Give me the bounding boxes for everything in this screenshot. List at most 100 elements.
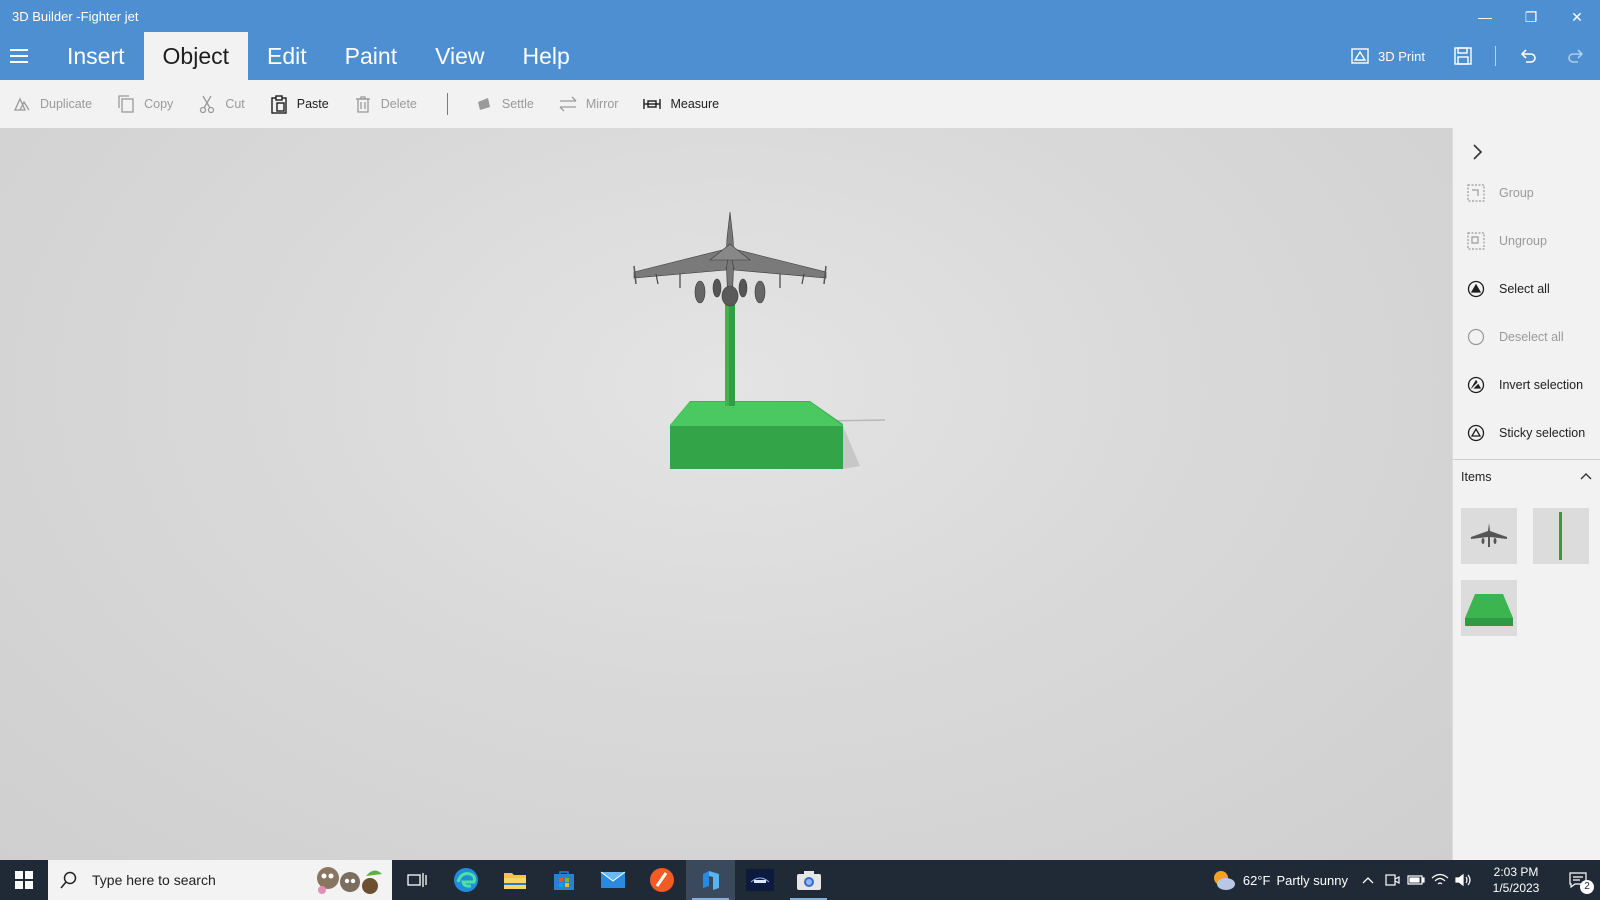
settle-button[interactable]: Settle (474, 94, 534, 114)
wifi-icon[interactable] (1428, 860, 1452, 900)
weather-temp: 62°F (1242, 872, 1271, 888)
show-hidden-icons-chevron-icon[interactable] (1356, 860, 1380, 900)
chevron-up-icon[interactable] (1579, 470, 1593, 484)
windows-logo-icon (15, 871, 33, 889)
pinned-app-button[interactable] (637, 860, 686, 900)
mirror-button[interactable]: Mirror (558, 94, 619, 114)
taskbar-clock[interactable]: 2:03 PM 1/5/2023 (1476, 864, 1556, 896)
paste-button[interactable]: Paste (269, 94, 329, 114)
group-label: Group (1499, 186, 1534, 200)
restore-button[interactable]: ❐ (1508, 4, 1554, 30)
paste-label: Paste (296, 97, 329, 111)
model-scene[interactable] (620, 208, 900, 508)
toolbar-separator (1495, 46, 1496, 66)
windows-taskbar: Type here to search 62°F Partly sunny 2:… (0, 860, 1600, 900)
close-button[interactable]: ✕ (1554, 4, 1600, 30)
file-explorer-button[interactable] (490, 860, 539, 900)
edge-browser-button[interactable] (441, 860, 490, 900)
items-header[interactable]: Items (1461, 470, 1593, 484)
3d-viewport[interactable] (0, 128, 1452, 860)
search-placeholder: Type here to search (92, 872, 216, 888)
tab-paint[interactable]: Paint (326, 32, 416, 80)
3d-print-icon (1351, 48, 1369, 64)
panel-divider (1453, 459, 1600, 460)
undo-button[interactable] (1504, 46, 1552, 66)
notification-center-button[interactable]: 2 (1556, 860, 1600, 900)
trash-icon (355, 96, 370, 113)
measure-button[interactable]: Measure (642, 94, 719, 114)
group-button[interactable]: Group (1467, 182, 1534, 204)
item-thumbnail-pole[interactable] (1533, 508, 1589, 564)
fighter-jet-icon (1471, 523, 1507, 547)
tab-insert[interactable]: Insert (48, 32, 144, 80)
fighter-jet-model[interactable] (633, 211, 827, 307)
cut-button[interactable]: Cut (197, 94, 245, 114)
tab-edit[interactable]: Edit (248, 32, 326, 80)
weather-desc: Partly sunny (1276, 872, 1348, 888)
search-icon (60, 871, 77, 889)
hamburger-menu-icon[interactable] (10, 44, 34, 68)
select-all-label: Select all (1499, 282, 1550, 296)
measure-label: Measure (670, 97, 720, 111)
weather-widget[interactable]: 62°F Partly sunny (1203, 868, 1356, 892)
undo-icon (1520, 49, 1536, 63)
green-base-model[interactable] (670, 401, 860, 469)
invert-selection-label: Invert selection (1499, 378, 1584, 392)
camera-app-button[interactable] (784, 860, 833, 900)
3d-print-label: 3D Print (1378, 48, 1425, 64)
invert-selection-icon (1467, 376, 1485, 394)
save-button[interactable] (1439, 46, 1487, 66)
meet-now-icon[interactable] (1380, 860, 1404, 900)
taskbar-search-box[interactable]: Type here to search (48, 860, 392, 900)
microsoft-store-button[interactable] (539, 860, 588, 900)
system-tray: 62°F Partly sunny 2:03 PM 1/5/2023 2 (1203, 860, 1600, 900)
item-thumbnail-jet[interactable] (1461, 508, 1517, 564)
tab-help[interactable]: Help (504, 32, 589, 80)
sticky-selection-button[interactable]: Sticky selection (1467, 422, 1585, 444)
start-button[interactable] (0, 860, 48, 900)
mirror-label: Mirror (585, 97, 619, 111)
app-window: 3D Builder -Fighter jet — ❐ ✕ Insert Obj… (0, 0, 1600, 900)
collapse-chevron-icon[interactable] (1465, 140, 1489, 164)
3d-builder-taskbar-button[interactable] (686, 860, 735, 900)
settle-icon (477, 98, 490, 110)
deselect-all-button[interactable]: Deselect all (1467, 326, 1564, 348)
orange-app-icon (649, 868, 674, 892)
group-icon (1467, 184, 1485, 202)
duplicate-button[interactable]: Duplicate (12, 94, 92, 114)
deselect-all-label: Deselect all (1499, 330, 1564, 344)
object-ribbon: Duplicate Copy Cut Paste Delete Settle M… (0, 80, 1600, 128)
minimize-button[interactable]: — (1462, 4, 1508, 30)
redo-button[interactable] (1552, 46, 1600, 66)
3d-print-button[interactable]: 3D Print (1336, 46, 1439, 66)
volume-icon[interactable] (1452, 860, 1476, 900)
duplicate-label: Duplicate (40, 97, 93, 111)
cut-label: Cut (225, 97, 245, 111)
notification-count-badge: 2 (1580, 880, 1594, 894)
green-pole-icon (1559, 512, 1562, 560)
battery-icon[interactable] (1404, 860, 1428, 900)
ribbon-separator (446, 93, 448, 115)
disney-plus-icon (745, 869, 774, 891)
menu-tabs: Insert Object Edit Paint View Help (48, 32, 589, 80)
mail-app-button[interactable] (588, 860, 637, 900)
green-base-icon (1465, 594, 1513, 626)
select-all-button[interactable]: Select all (1467, 278, 1550, 300)
copy-button[interactable]: Copy (116, 94, 173, 114)
search-highlight-icon (317, 867, 382, 894)
task-view-button[interactable] (392, 860, 441, 900)
selection-panel: Group Ungroup Select all Deselect all In… (1452, 128, 1600, 860)
ungroup-label: Ungroup (1499, 234, 1547, 248)
tab-view[interactable]: View (416, 32, 503, 80)
invert-selection-button[interactable]: Invert selection (1467, 374, 1583, 396)
select-all-icon (1467, 280, 1485, 298)
streaming-app-button[interactable] (735, 860, 784, 900)
delete-button[interactable]: Delete (353, 94, 417, 114)
copy-icon (118, 95, 134, 113)
task-view-icon (406, 873, 427, 887)
tab-object[interactable]: Object (143, 32, 249, 80)
item-thumbnail-base[interactable] (1461, 580, 1517, 636)
ungroup-button[interactable]: Ungroup (1467, 230, 1547, 252)
save-icon (1454, 47, 1472, 65)
items-label: Items (1461, 470, 1492, 484)
